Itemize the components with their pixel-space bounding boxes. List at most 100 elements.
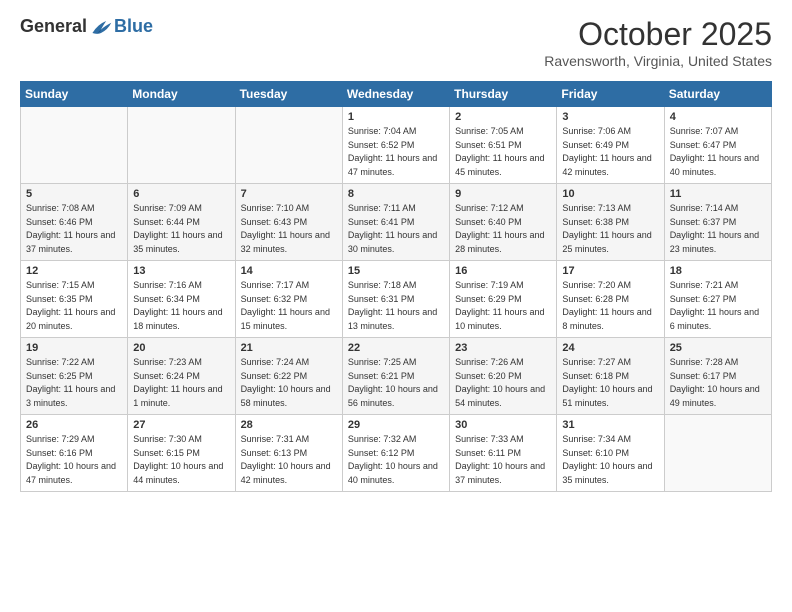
daylight-text: Daylight: 11 hours and 45 minutes. [455, 153, 544, 177]
sunrise-text: Sunrise: 7:27 AM [562, 357, 631, 367]
calendar-cell: 12 Sunrise: 7:15 AM Sunset: 6:35 PM Dayl… [21, 261, 128, 338]
calendar-cell: 7 Sunrise: 7:10 AM Sunset: 6:43 PM Dayli… [235, 184, 342, 261]
calendar-cell [21, 107, 128, 184]
calendar-cell: 16 Sunrise: 7:19 AM Sunset: 6:29 PM Dayl… [450, 261, 557, 338]
sunset-text: Sunset: 6:11 PM [455, 448, 521, 458]
sunset-text: Sunset: 6:35 PM [26, 294, 93, 304]
day-info: Sunrise: 7:27 AM Sunset: 6:18 PM Dayligh… [562, 356, 658, 410]
daylight-text: Daylight: 10 hours and 47 minutes. [26, 461, 116, 485]
daylight-text: Daylight: 11 hours and 18 minutes. [133, 307, 222, 331]
sunrise-text: Sunrise: 7:31 AM [241, 434, 310, 444]
logo-general: General [20, 16, 87, 37]
daylight-text: Daylight: 11 hours and 13 minutes. [348, 307, 437, 331]
day-info: Sunrise: 7:13 AM Sunset: 6:38 PM Dayligh… [562, 202, 658, 256]
day-info: Sunrise: 7:06 AM Sunset: 6:49 PM Dayligh… [562, 125, 658, 179]
daylight-text: Daylight: 11 hours and 40 minutes. [670, 153, 759, 177]
location: Ravensworth, Virginia, United States [544, 53, 772, 69]
header-thursday: Thursday [450, 82, 557, 107]
daylight-text: Daylight: 11 hours and 37 minutes. [26, 230, 115, 254]
day-info: Sunrise: 7:20 AM Sunset: 6:28 PM Dayligh… [562, 279, 658, 333]
daylight-text: Daylight: 11 hours and 1 minute. [133, 384, 222, 408]
calendar-header-row: Sunday Monday Tuesday Wednesday Thursday… [21, 82, 772, 107]
sunrise-text: Sunrise: 7:33 AM [455, 434, 524, 444]
daylight-text: Daylight: 10 hours and 56 minutes. [348, 384, 438, 408]
sunset-text: Sunset: 6:47 PM [670, 140, 737, 150]
calendar-cell: 8 Sunrise: 7:11 AM Sunset: 6:41 PM Dayli… [342, 184, 449, 261]
calendar-cell: 18 Sunrise: 7:21 AM Sunset: 6:27 PM Dayl… [664, 261, 771, 338]
sunset-text: Sunset: 6:29 PM [455, 294, 522, 304]
day-number: 21 [241, 342, 337, 354]
day-info: Sunrise: 7:16 AM Sunset: 6:34 PM Dayligh… [133, 279, 229, 333]
day-number: 2 [455, 111, 551, 123]
sunrise-text: Sunrise: 7:09 AM [133, 203, 202, 213]
calendar-cell: 27 Sunrise: 7:30 AM Sunset: 6:15 PM Dayl… [128, 415, 235, 492]
calendar-cell: 6 Sunrise: 7:09 AM Sunset: 6:44 PM Dayli… [128, 184, 235, 261]
day-info: Sunrise: 7:33 AM Sunset: 6:11 PM Dayligh… [455, 433, 551, 487]
daylight-text: Daylight: 11 hours and 15 minutes. [241, 307, 330, 331]
daylight-text: Daylight: 10 hours and 44 minutes. [133, 461, 223, 485]
calendar-cell: 29 Sunrise: 7:32 AM Sunset: 6:12 PM Dayl… [342, 415, 449, 492]
sunset-text: Sunset: 6:38 PM [562, 217, 629, 227]
day-info: Sunrise: 7:18 AM Sunset: 6:31 PM Dayligh… [348, 279, 444, 333]
day-info: Sunrise: 7:25 AM Sunset: 6:21 PM Dayligh… [348, 356, 444, 410]
day-info: Sunrise: 7:09 AM Sunset: 6:44 PM Dayligh… [133, 202, 229, 256]
calendar-week-row: 26 Sunrise: 7:29 AM Sunset: 6:16 PM Dayl… [21, 415, 772, 492]
day-number: 22 [348, 342, 444, 354]
day-number: 25 [670, 342, 766, 354]
calendar-cell: 24 Sunrise: 7:27 AM Sunset: 6:18 PM Dayl… [557, 338, 664, 415]
day-number: 5 [26, 188, 122, 200]
day-number: 8 [348, 188, 444, 200]
sunrise-text: Sunrise: 7:25 AM [348, 357, 417, 367]
sunrise-text: Sunrise: 7:28 AM [670, 357, 739, 367]
sunset-text: Sunset: 6:32 PM [241, 294, 308, 304]
day-number: 27 [133, 419, 229, 431]
header-saturday: Saturday [664, 82, 771, 107]
day-number: 6 [133, 188, 229, 200]
sunset-text: Sunset: 6:27 PM [670, 294, 737, 304]
day-info: Sunrise: 7:05 AM Sunset: 6:51 PM Dayligh… [455, 125, 551, 179]
calendar-cell: 19 Sunrise: 7:22 AM Sunset: 6:25 PM Dayl… [21, 338, 128, 415]
sunrise-text: Sunrise: 7:05 AM [455, 126, 524, 136]
daylight-text: Daylight: 10 hours and 54 minutes. [455, 384, 545, 408]
calendar-cell: 28 Sunrise: 7:31 AM Sunset: 6:13 PM Dayl… [235, 415, 342, 492]
daylight-text: Daylight: 11 hours and 20 minutes. [26, 307, 115, 331]
calendar-cell: 30 Sunrise: 7:33 AM Sunset: 6:11 PM Dayl… [450, 415, 557, 492]
calendar-week-row: 12 Sunrise: 7:15 AM Sunset: 6:35 PM Dayl… [21, 261, 772, 338]
daylight-text: Daylight: 11 hours and 35 minutes. [133, 230, 222, 254]
calendar-week-row: 19 Sunrise: 7:22 AM Sunset: 6:25 PM Dayl… [21, 338, 772, 415]
day-number: 13 [133, 265, 229, 277]
sunset-text: Sunset: 6:41 PM [348, 217, 415, 227]
day-number: 23 [455, 342, 551, 354]
calendar-cell: 3 Sunrise: 7:06 AM Sunset: 6:49 PM Dayli… [557, 107, 664, 184]
day-number: 26 [26, 419, 122, 431]
calendar-cell [235, 107, 342, 184]
day-info: Sunrise: 7:14 AM Sunset: 6:37 PM Dayligh… [670, 202, 766, 256]
daylight-text: Daylight: 11 hours and 32 minutes. [241, 230, 330, 254]
day-number: 1 [348, 111, 444, 123]
calendar-cell: 21 Sunrise: 7:24 AM Sunset: 6:22 PM Dayl… [235, 338, 342, 415]
day-number: 18 [670, 265, 766, 277]
sunrise-text: Sunrise: 7:15 AM [26, 280, 95, 290]
calendar-cell: 14 Sunrise: 7:17 AM Sunset: 6:32 PM Dayl… [235, 261, 342, 338]
day-number: 30 [455, 419, 551, 431]
daylight-text: Daylight: 11 hours and 23 minutes. [670, 230, 759, 254]
day-info: Sunrise: 7:04 AM Sunset: 6:52 PM Dayligh… [348, 125, 444, 179]
calendar-cell: 17 Sunrise: 7:20 AM Sunset: 6:28 PM Dayl… [557, 261, 664, 338]
day-number: 4 [670, 111, 766, 123]
sunset-text: Sunset: 6:46 PM [26, 217, 93, 227]
day-number: 9 [455, 188, 551, 200]
day-number: 19 [26, 342, 122, 354]
sunset-text: Sunset: 6:22 PM [241, 371, 308, 381]
calendar-cell: 10 Sunrise: 7:13 AM Sunset: 6:38 PM Dayl… [557, 184, 664, 261]
day-info: Sunrise: 7:12 AM Sunset: 6:40 PM Dayligh… [455, 202, 551, 256]
day-info: Sunrise: 7:24 AM Sunset: 6:22 PM Dayligh… [241, 356, 337, 410]
sunrise-text: Sunrise: 7:07 AM [670, 126, 739, 136]
calendar-cell: 23 Sunrise: 7:26 AM Sunset: 6:20 PM Dayl… [450, 338, 557, 415]
calendar-cell [664, 415, 771, 492]
sunrise-text: Sunrise: 7:10 AM [241, 203, 310, 213]
header-tuesday: Tuesday [235, 82, 342, 107]
sunset-text: Sunset: 6:52 PM [348, 140, 415, 150]
header-monday: Monday [128, 82, 235, 107]
sunset-text: Sunset: 6:24 PM [133, 371, 200, 381]
month-title: October 2025 [544, 16, 772, 53]
